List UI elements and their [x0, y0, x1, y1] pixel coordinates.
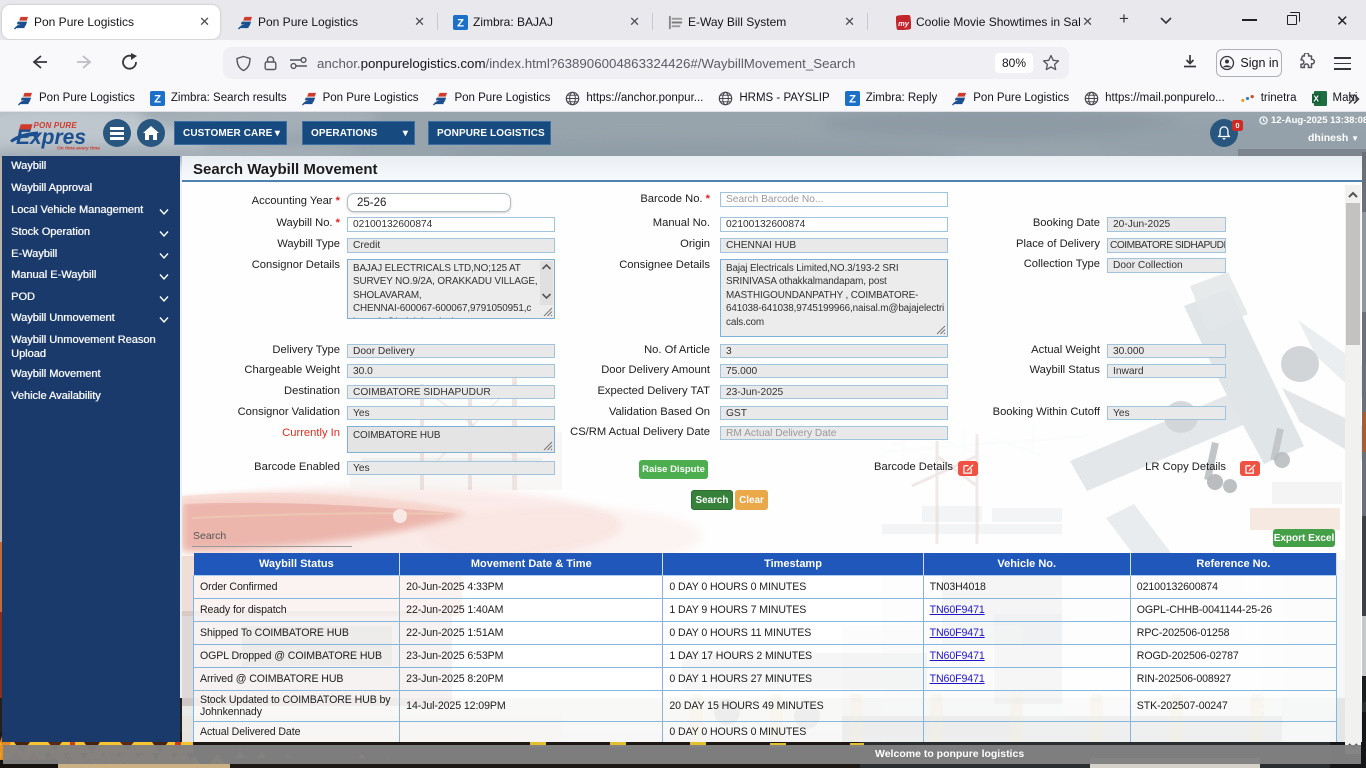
- svg-text:Z: Z: [849, 93, 856, 105]
- svg-text:Z: Z: [154, 93, 161, 105]
- svg-text:Z: Z: [457, 17, 464, 29]
- svg-text:On time every time: On time every time: [57, 146, 100, 152]
- svg-text:my: my: [898, 18, 910, 27]
- svg-text:X: X: [1313, 93, 1319, 103]
